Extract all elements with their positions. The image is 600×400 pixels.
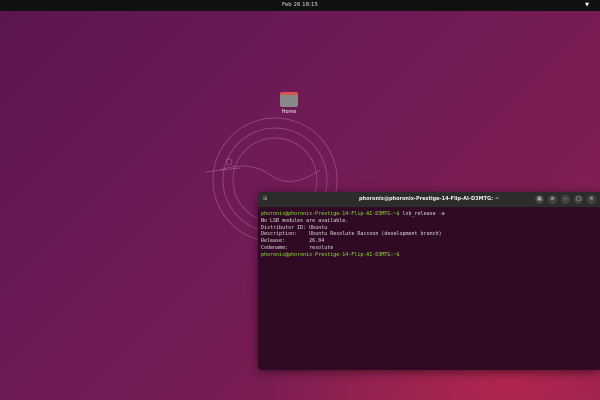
terminal-titlebar[interactable]: ⊞ phoronix@phoronix-Prestige-14-Flip-AI-… — [258, 192, 600, 207]
home-folder[interactable]: Home — [278, 92, 300, 115]
output-line: Release: 26.04 — [261, 238, 325, 245]
prompt: phoronix@phoronix-Prestige-14-Flip-AI-D3… — [261, 251, 400, 258]
network-icon[interactable]: ▼ — [584, 3, 590, 8]
menu-icon[interactable]: ≡ — [548, 195, 557, 204]
top-bar: Feb 26 18:15 ▼ — [0, 0, 600, 11]
terminal-window[interactable]: ⊞ phoronix@phoronix-Prestige-14-Flip-AI-… — [258, 192, 600, 370]
prompt: phoronix@phoronix-Prestige-14-Flip-AI-D3… — [261, 211, 400, 217]
close-icon[interactable]: × — [587, 195, 596, 204]
minimize-icon[interactable]: – — [561, 195, 570, 204]
output-line: Distributor ID: Ubuntu — [261, 224, 328, 231]
terminal-output[interactable]: phoronix@phoronix-Prestige-14-Flip-AI-D3… — [258, 207, 600, 263]
clock[interactable]: Feb 26 18:15 — [282, 2, 318, 8]
maximize-icon[interactable]: □ — [574, 195, 583, 204]
output-line: Codename: resolute — [261, 244, 334, 251]
command: lsb_release -a — [399, 211, 445, 217]
home-label: Home — [281, 109, 297, 115]
output-line: No LSB modules are available. — [261, 217, 349, 224]
terminal-title: phoronix@phoronix-Prestige-14-Flip-AI-D3… — [358, 196, 500, 202]
folder-icon — [280, 92, 298, 107]
grid-icon[interactable]: ▦ — [535, 195, 544, 204]
output-line: Description: Ubuntu Resolute Raccoon (de… — [261, 231, 442, 238]
new-tab-icon[interactable]: ⊞ — [263, 192, 267, 207]
